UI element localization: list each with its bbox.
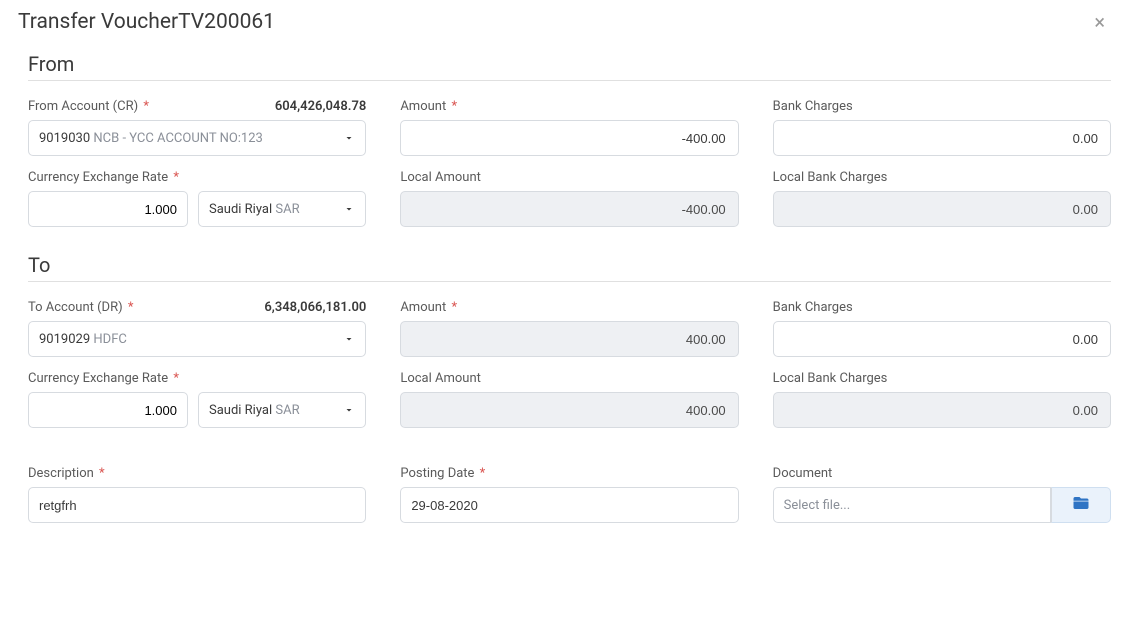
document-label: Document: [773, 466, 833, 481]
from-exchange-rate-input[interactable]: [28, 191, 188, 227]
to-section-heading: To: [28, 253, 1111, 282]
from-currency-code: SAR: [275, 202, 299, 217]
description-label: Description: [28, 466, 94, 481]
to-account-code: 9019029: [39, 332, 90, 347]
to-local-bank-charges-display: [773, 392, 1111, 428]
from-currency-name: Saudi Riyal: [209, 202, 272, 217]
from-exchange-rate-label: Currency Exchange Rate: [28, 170, 168, 185]
document-file-display[interactable]: Select file...: [773, 487, 1051, 523]
from-amount-input[interactable]: [400, 120, 738, 156]
document-placeholder: Select file...: [784, 498, 851, 513]
to-account-label: To Account (DR): [28, 300, 123, 315]
to-currency-select[interactable]: Saudi Riyal SAR: [198, 392, 366, 428]
required-asterisk: *: [128, 300, 134, 315]
from-section-heading: From: [28, 52, 1111, 81]
from-local-amount-label: Local Amount: [400, 170, 481, 185]
required-asterisk: *: [143, 99, 149, 114]
from-local-bank-charges-display: [773, 191, 1111, 227]
required-asterisk: *: [173, 170, 179, 185]
posting-date-label: Posting Date: [400, 466, 474, 481]
from-account-code: 9019030: [39, 131, 90, 146]
close-icon[interactable]: ×: [1088, 10, 1111, 34]
to-account-balance: 6,348,066,181.00: [264, 300, 366, 315]
from-account-name: NCB - YCC ACCOUNT NO:123: [93, 131, 262, 146]
required-asterisk: *: [173, 371, 179, 386]
to-currency-code: SAR: [275, 403, 299, 418]
chevron-down-icon: [343, 333, 355, 345]
from-account-balance: 604,426,048.78: [275, 99, 367, 114]
from-local-bank-charges-label: Local Bank Charges: [773, 170, 888, 185]
from-account-label: From Account (CR): [28, 99, 138, 114]
to-currency-name: Saudi Riyal: [209, 403, 272, 418]
to-bank-charges-label: Bank Charges: [773, 300, 853, 315]
from-bank-charges-label: Bank Charges: [773, 99, 853, 114]
page-title: Transfer VoucherTV200061: [18, 10, 275, 34]
to-local-bank-charges-label: Local Bank Charges: [773, 371, 888, 386]
from-bank-charges-input[interactable]: [773, 120, 1111, 156]
to-local-amount-label: Local Amount: [400, 371, 481, 386]
from-currency-select[interactable]: Saudi Riyal SAR: [198, 191, 366, 227]
to-account-name: HDFC: [93, 332, 126, 347]
from-account-select[interactable]: 9019030 NCB - YCC ACCOUNT NO:123: [28, 120, 366, 156]
document-browse-button[interactable]: [1051, 487, 1111, 523]
to-bank-charges-input[interactable]: [773, 321, 1111, 357]
to-account-select[interactable]: 9019029 HDFC: [28, 321, 366, 357]
required-asterisk: *: [451, 300, 457, 315]
required-asterisk: *: [99, 466, 105, 481]
to-local-amount-display: [400, 392, 738, 428]
chevron-down-icon: [343, 404, 355, 416]
to-amount-display: [400, 321, 738, 357]
to-exchange-rate-input[interactable]: [28, 392, 188, 428]
from-amount-label: Amount: [400, 99, 446, 114]
description-input[interactable]: [28, 487, 366, 523]
to-amount-label: Amount: [400, 300, 446, 315]
folder-open-icon: [1072, 494, 1090, 516]
to-exchange-rate-label: Currency Exchange Rate: [28, 371, 168, 386]
chevron-down-icon: [343, 132, 355, 144]
chevron-down-icon: [343, 203, 355, 215]
from-local-amount-display: [400, 191, 738, 227]
required-asterisk: *: [480, 466, 486, 481]
required-asterisk: *: [451, 99, 457, 114]
posting-date-input[interactable]: [400, 487, 738, 523]
